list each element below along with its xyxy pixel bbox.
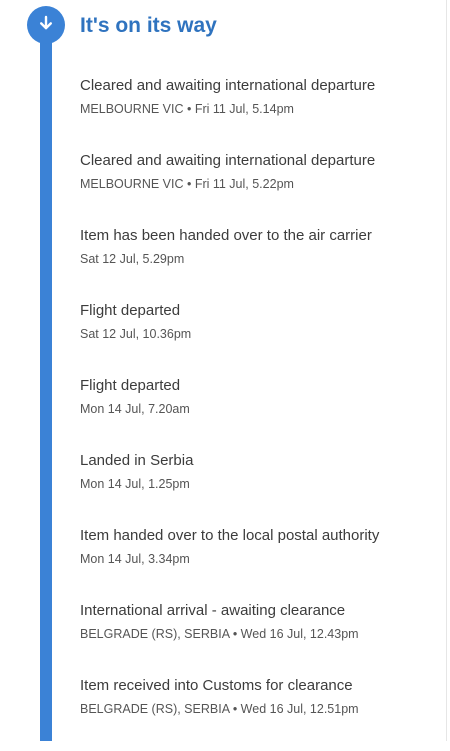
event-title: Item handed over to the local postal aut… xyxy=(80,527,380,544)
event-meta: BELGRADE (RS), SERBIA • Wed 16 Jul, 12.5… xyxy=(80,702,359,716)
event-title: International arrival - awaiting clearan… xyxy=(80,602,346,619)
event-meta: Sat 12 Jul, 5.29pm xyxy=(80,252,185,266)
tracking-event: Item has been handed over to the air car… xyxy=(80,226,440,301)
tracking-event: Landed in Serbia Mon 14 Jul, 1.25pm xyxy=(80,451,440,526)
tracking-event: Cleared and awaiting international depar… xyxy=(80,76,440,151)
panel-divider xyxy=(446,0,447,741)
event-meta: BELGRADE (RS), SERBIA • Wed 16 Jul, 12.4… xyxy=(80,627,359,641)
event-title: Item has been handed over to the air car… xyxy=(80,227,372,244)
tracking-event: International arrival - awaiting clearan… xyxy=(80,601,440,676)
event-meta: MELBOURNE VIC • Fri 11 Jul, 5.14pm xyxy=(80,102,294,116)
event-title: Cleared and awaiting international depar… xyxy=(80,77,376,94)
tracking-event: Item received into Customs for clearance… xyxy=(80,676,440,751)
arrow-down-icon xyxy=(37,14,55,37)
timeline-line xyxy=(40,34,52,741)
tracking-event: Cleared and awaiting international depar… xyxy=(80,151,440,226)
event-title: Item received into Customs for clearance xyxy=(80,677,353,694)
event-meta: MELBOURNE VIC • Fri 11 Jul, 5.22pm xyxy=(80,177,294,191)
tracking-timeline-panel: It's on its way Cleared and awaiting int… xyxy=(0,0,446,741)
status-indicator xyxy=(27,6,65,44)
status-title: It's on its way xyxy=(80,14,217,37)
event-title: Landed in Serbia xyxy=(80,452,194,469)
tracking-events-list: Cleared and awaiting international depar… xyxy=(80,76,440,751)
event-meta: Mon 14 Jul, 3.34pm xyxy=(80,552,190,566)
event-meta: Sat 12 Jul, 10.36pm xyxy=(80,327,192,341)
tracking-event: Flight departed Mon 14 Jul, 7.20am xyxy=(80,376,440,451)
tracking-event: Item handed over to the local postal aut… xyxy=(80,526,440,601)
event-meta: Mon 14 Jul, 7.20am xyxy=(80,402,190,416)
event-meta: Mon 14 Jul, 1.25pm xyxy=(80,477,190,491)
event-title: Cleared and awaiting international depar… xyxy=(80,152,376,169)
tracking-event: Flight departed Sat 12 Jul, 10.36pm xyxy=(80,301,440,376)
event-title: Flight departed xyxy=(80,377,181,394)
event-title: Flight departed xyxy=(80,302,181,319)
